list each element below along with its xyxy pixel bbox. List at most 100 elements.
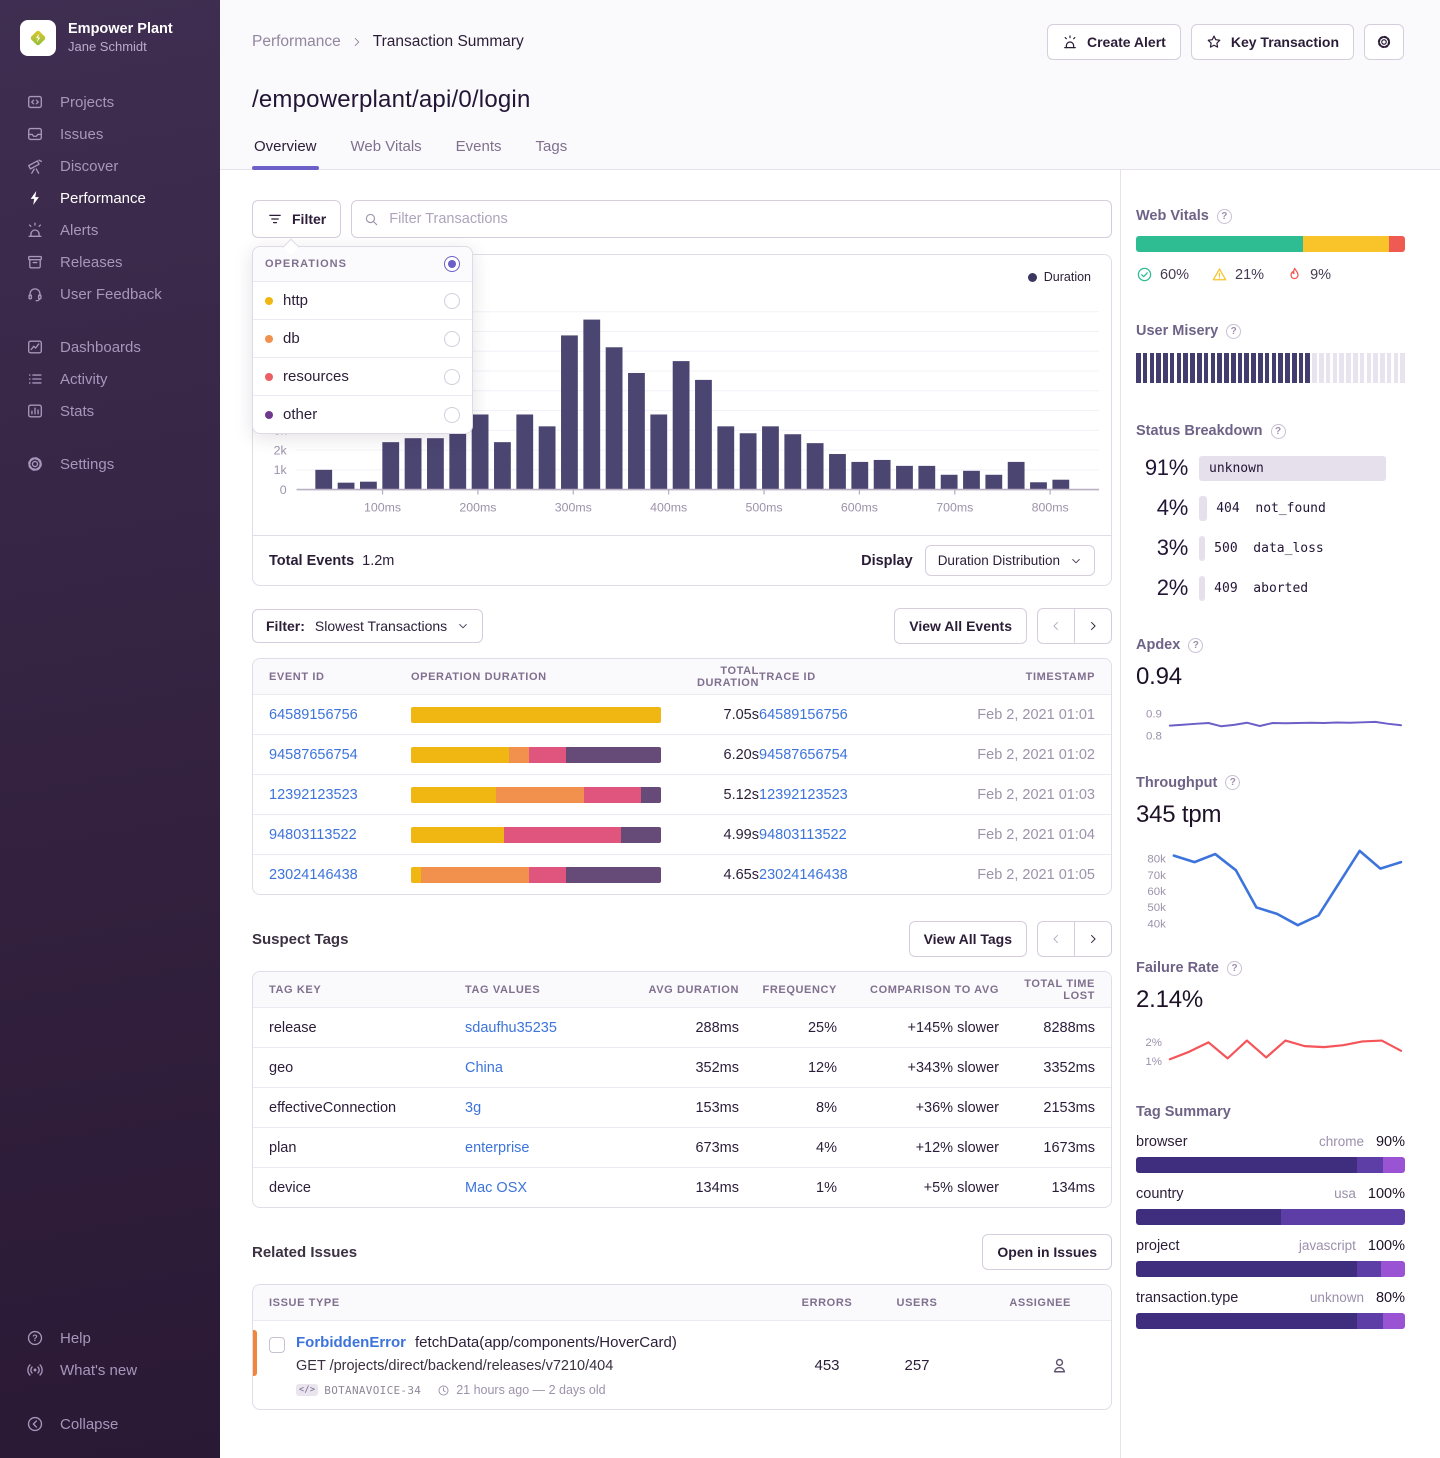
org-switcher[interactable]: Empower Plant Jane Schmidt [0, 0, 220, 86]
failure-rate-value: 2.14% [1136, 986, 1405, 1014]
sidebar-item-activity[interactable]: Activity [0, 363, 220, 395]
sidebar-item-releases[interactable]: Releases [0, 246, 220, 278]
operation-radio[interactable] [444, 331, 460, 347]
create-alert-button[interactable]: Create Alert [1047, 24, 1181, 60]
search-icon [364, 212, 379, 227]
alerts-icon [26, 221, 44, 239]
tab-events[interactable]: Events [454, 138, 504, 169]
misery-tick [1346, 353, 1351, 383]
tag-value-link[interactable]: sdaufhu35235 [465, 1020, 557, 1036]
misery-tick [1278, 353, 1283, 383]
misery-tick [1183, 353, 1188, 383]
help-question-icon[interactable]: ? [1227, 961, 1242, 976]
issue-assignee[interactable] [965, 1356, 1095, 1375]
issue-errors-count: 453 [785, 1357, 869, 1374]
operation-radio[interactable] [444, 293, 460, 309]
events-next-button[interactable] [1074, 608, 1112, 644]
misery-tick [1339, 353, 1344, 383]
tags-prev-button[interactable] [1037, 921, 1075, 957]
event-id-link[interactable]: 23024146438 [269, 867, 358, 883]
event-id-link[interactable]: 64589156756 [269, 707, 358, 723]
tag-value-link[interactable]: Mac OSX [465, 1180, 527, 1196]
misery-tick [1319, 353, 1324, 383]
siren-icon [1062, 34, 1078, 50]
misery-tick [1251, 353, 1256, 383]
page-title: /empowerplant/api/0/login [252, 86, 1404, 114]
sidebar-item-help[interactable]: ?Help [0, 1322, 220, 1354]
tag-value-link[interactable]: China [465, 1060, 503, 1076]
sidebar-item-settings[interactable]: Settings [0, 448, 220, 480]
operation-radio[interactable] [444, 407, 460, 423]
sidebar-item-issues[interactable]: Issues [0, 118, 220, 150]
operation-option-other[interactable]: other [253, 395, 472, 433]
operation-option-resources[interactable]: resources [253, 357, 472, 395]
help-question-icon[interactable]: ? [1217, 209, 1232, 224]
column-header: TOTAL TIME LOST [999, 978, 1095, 1002]
settings-icon [26, 455, 44, 473]
trace-id-link[interactable]: 94587656754 [759, 747, 848, 763]
event-id-link[interactable]: 94803113522 [269, 827, 357, 843]
tag-summary-key: project [1136, 1238, 1299, 1254]
events-prev-button[interactable] [1037, 608, 1075, 644]
svg-text:0.9: 0.9 [1146, 708, 1162, 720]
user-misery-bar [1136, 353, 1405, 383]
issue-checkbox[interactable] [269, 1337, 285, 1353]
operations-all-radio[interactable] [444, 256, 460, 272]
sidebar-item-performance[interactable]: Performance [0, 182, 220, 214]
sidebar-item-discover[interactable]: Discover [0, 150, 220, 182]
trace-id-link[interactable]: 94803113522 [759, 827, 847, 843]
sidebar-item-alerts[interactable]: Alerts [0, 214, 220, 246]
event-id-link[interactable]: 12392123523 [269, 787, 358, 803]
operation-option-db[interactable]: db [253, 319, 472, 357]
sidebar-item-stats[interactable]: Stats [0, 395, 220, 427]
project-badge: </> BOTANAVOICE-34 [296, 1384, 421, 1397]
view-all-events-button[interactable]: View All Events [894, 608, 1027, 644]
operation-radio[interactable] [444, 369, 460, 385]
tag-summary-value: chrome [1319, 1134, 1364, 1149]
tag-value-link[interactable]: enterprise [465, 1140, 529, 1156]
operation-option-http[interactable]: http [253, 282, 472, 319]
help-question-icon[interactable]: ? [1225, 775, 1240, 790]
svg-text:2%: 2% [1145, 1038, 1162, 1050]
event-id-link[interactable]: 94587656754 [269, 747, 358, 763]
trace-id-link[interactable]: 12392123523 [759, 787, 848, 803]
display-select[interactable]: Duration Distribution [925, 545, 1095, 576]
events-filter-select[interactable]: Filter: Slowest Transactions [252, 609, 483, 643]
column-header: OPERATION DURATION [411, 671, 673, 683]
sidebar-item-user-feedback[interactable]: User Feedback [0, 278, 220, 310]
tags-next-button[interactable] [1074, 921, 1112, 957]
event-row: 123921235235.12s12392123523Feb 2, 2021 0… [253, 774, 1111, 814]
comparison: +36% slower [837, 1100, 999, 1116]
tag-summary-percent: 100% [1368, 1186, 1405, 1202]
sidebar-item-projects[interactable]: Projects [0, 86, 220, 118]
filter-button[interactable]: Filter [252, 200, 341, 238]
help-question-icon[interactable]: ? [1188, 638, 1203, 653]
view-all-tags-button[interactable]: View All Tags [909, 921, 1027, 957]
help-question-icon[interactable]: ? [1271, 424, 1286, 439]
key-transaction-button[interactable]: Key Transaction [1191, 24, 1354, 60]
sidebar-item-what-s-new[interactable]: What's new [0, 1354, 220, 1386]
event-timestamp: Feb 2, 2021 01:02 [909, 747, 1095, 763]
operations-dropdown-header[interactable]: OPERATIONS [253, 247, 472, 282]
issue-type-link[interactable]: ForbiddenError [296, 1334, 406, 1351]
tag-value-link[interactable]: 3g [465, 1100, 481, 1116]
sidebar-collapse[interactable]: Collapse [0, 1408, 220, 1440]
web-vitals-section: Web Vitals ? 60% 21% 9% [1136, 208, 1405, 283]
svg-text:300ms: 300ms [555, 500, 592, 514]
tab-tags[interactable]: Tags [534, 138, 570, 169]
trace-id-link[interactable]: 64589156756 [759, 707, 848, 723]
help-question-icon[interactable]: ? [1226, 324, 1241, 339]
open-in-issues-button[interactable]: Open in Issues [982, 1234, 1112, 1270]
misery-tick [1312, 353, 1317, 383]
sidebar: Empower Plant Jane Schmidt ProjectsIssue… [0, 0, 220, 1458]
search-input[interactable] [389, 211, 1099, 227]
svg-text:1k: 1k [274, 463, 288, 477]
tab-web-vitals[interactable]: Web Vitals [349, 138, 424, 169]
sidebar-item-dashboards[interactable]: Dashboards [0, 331, 220, 363]
settings-gear-button[interactable] [1364, 24, 1404, 60]
tab-overview[interactable]: Overview [252, 138, 319, 169]
tag-summary-key: country [1136, 1186, 1334, 1202]
trace-id-link[interactable]: 23024146438 [759, 867, 848, 883]
tag-summary-key: transaction.type [1136, 1290, 1310, 1306]
breadcrumb-performance[interactable]: Performance [252, 33, 341, 51]
